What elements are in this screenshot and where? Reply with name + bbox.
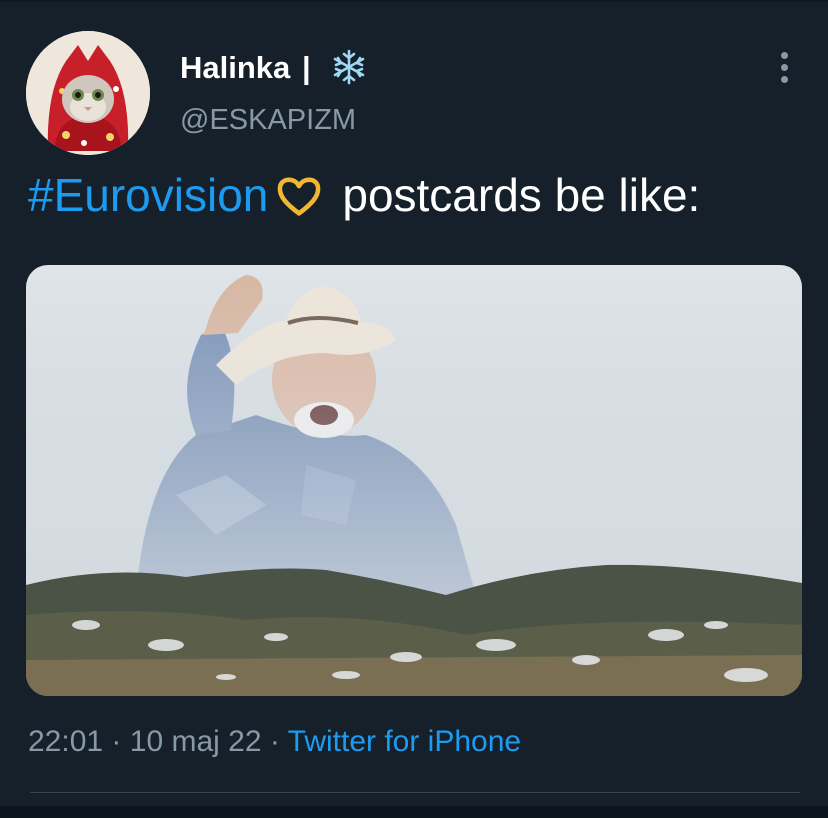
name-separator: | xyxy=(302,50,311,85)
post-text: postcards be like: xyxy=(342,169,701,221)
tweet-source-link[interactable]: Twitter for iPhone xyxy=(288,725,521,758)
cat-avatar-icon xyxy=(26,31,150,155)
more-options-icon[interactable] xyxy=(774,52,794,88)
tweet-text: #Eurovision postcards be like: xyxy=(28,168,700,222)
user-handle[interactable]: @ESKAPIZM xyxy=(180,104,356,137)
bottom-strip xyxy=(0,806,828,818)
hashtag-link[interactable]: #Eurovision xyxy=(28,169,268,221)
gold-heart-icon xyxy=(277,177,321,216)
cowboy-mountain-meme-image xyxy=(26,265,802,696)
avatar[interactable] xyxy=(26,31,150,155)
tweet-date[interactable]: 10 maj 22 xyxy=(130,725,262,758)
meta-dot: · xyxy=(269,725,280,758)
snowflake-icon xyxy=(333,49,365,85)
tweet-time[interactable]: 22:01 xyxy=(28,725,103,758)
top-divider xyxy=(0,0,828,2)
tweet-media[interactable] xyxy=(26,265,802,696)
meta-dot: · xyxy=(111,725,122,758)
tweet-metadata: 22:01 · 10 maj 22 · Twitter for iPhone xyxy=(28,725,521,759)
bottom-divider xyxy=(30,792,800,793)
display-name[interactable]: Halinka xyxy=(180,50,290,86)
